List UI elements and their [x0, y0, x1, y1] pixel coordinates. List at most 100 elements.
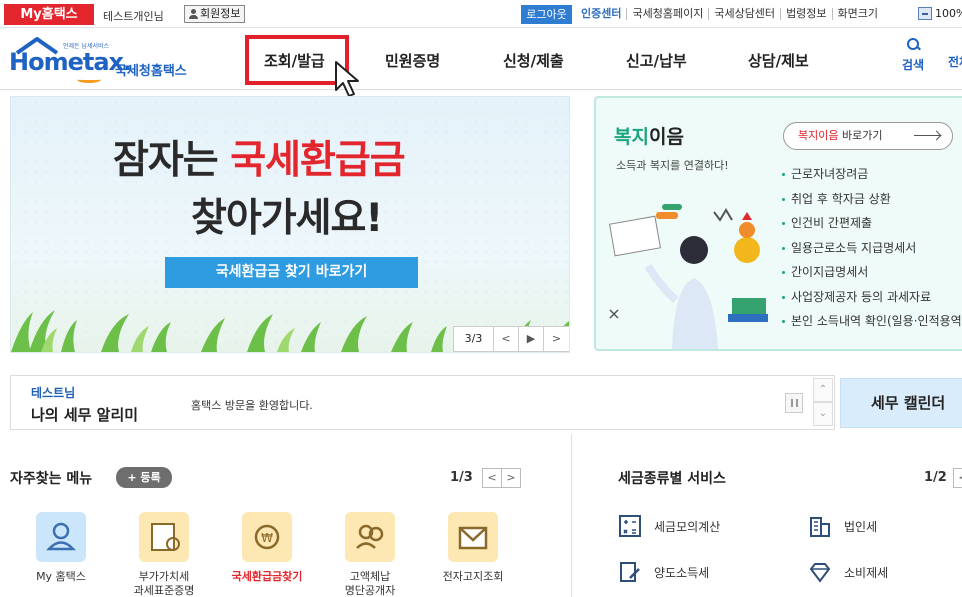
welfare-goto-highlight: 복지이음 [798, 129, 839, 142]
favorite-vat-certificate[interactable]: 부가가치세 과세표준증명 [114, 512, 214, 597]
users-icon [345, 512, 395, 562]
favorite-label: 고액체납 명단공개자 [320, 570, 420, 597]
welfare-goto-button[interactable]: 복지이음 바로가기 [783, 122, 953, 150]
welfare-item[interactable]: 본인 소득내역 확인(일용·인적용역) [782, 309, 962, 334]
notifier-message[interactable]: 홈택스 방문을 환영합니다. [191, 397, 313, 413]
logo-wordmark: Hometax. [9, 48, 132, 76]
link-nts-home[interactable]: 국세청홈페이지 [626, 8, 708, 20]
logout-button[interactable]: 로그아웃 [521, 5, 572, 24]
user-name: 테스트개인님 [103, 10, 164, 23]
banner-page-count: 3/3 [454, 327, 494, 351]
menu-inquiry-issue[interactable]: 조회/발급 [264, 50, 325, 71]
favorite-label-line1: 고액체납 [349, 570, 391, 583]
notifier-user: 테스트님 [31, 386, 76, 400]
services-pager: < [953, 468, 962, 488]
refund-banner: 잠자는 국세환급금 찾아가세요! 국세환급금 찾기 바로가기 3/3 < ▶ > [10, 96, 570, 353]
service-tax-simulation[interactable]: 세금모의계산 [618, 514, 720, 538]
welfare-item[interactable]: 취업 후 학자금 상환 [782, 187, 962, 212]
hometax-logo[interactable]: 언제든 납세서비스 Hometax. 국세청홈택스 [9, 36, 199, 84]
mouse-cursor-icon [335, 61, 359, 97]
favorites-prev-button[interactable]: < [482, 468, 502, 488]
menu-apply-submit[interactable]: 신청/제출 [503, 50, 564, 71]
favorite-refund-find[interactable]: ₩ 국세환급금찾기 [217, 512, 317, 584]
service-corporate-tax[interactable]: 법인세 [808, 514, 877, 538]
refund-coin-icon: ₩ [242, 512, 292, 562]
pause-icon[interactable] [785, 393, 803, 413]
welfare-title-green: 복지 [614, 126, 649, 148]
banner-headline-pre: 잠자는 [113, 138, 231, 183]
zoom-control: 100% [918, 7, 962, 20]
menu-consult-report[interactable]: 상담/제보 [748, 50, 809, 71]
envelope-icon [448, 512, 498, 562]
welfare-item[interactable]: 근로자녀장려금 [782, 162, 962, 187]
favorite-label-line2: 명단공개자 [344, 584, 396, 597]
arrow-right-icon [914, 135, 940, 136]
link-screen-size[interactable]: 화면크기 [831, 8, 883, 20]
favorite-my-hometax[interactable]: My 홈택스 [11, 512, 111, 584]
favorites-pager: < > [482, 468, 521, 488]
favorite-label-line1: 부가가치세 [138, 570, 190, 583]
favorite-delinquent-list[interactable]: 고액체납 명단공개자 [320, 512, 420, 597]
banner-play-button[interactable]: ▶ [519, 327, 544, 351]
menu-civil-certificate[interactable]: 민원증명 [385, 50, 440, 71]
diamond-icon [809, 563, 831, 583]
banner-headline-1: 잠자는 국세환급금 [113, 129, 406, 185]
member-info-button[interactable]: 회원정보 [184, 5, 246, 23]
document-edit-icon [620, 562, 640, 582]
welfare-subtitle: 소득과 복지를 연결하다! [616, 159, 729, 172]
banner-pager: 3/3 < ▶ > [453, 326, 569, 352]
zoom-out-icon[interactable] [918, 7, 932, 20]
welfare-title-rest: 이음 [648, 126, 684, 148]
calculator-icon [619, 515, 641, 537]
banner-prev-button[interactable]: < [494, 327, 519, 351]
service-label: 법인세 [844, 519, 878, 534]
find-refund-button[interactable]: 국세환급금 찾기 바로가기 [165, 257, 418, 288]
notifier-title: 나의 세무 알리미 [31, 406, 139, 424]
banner-next-button[interactable]: > [544, 327, 569, 351]
link-consult-center[interactable]: 국세상담센터 [708, 8, 780, 20]
banner-headline-red: 국세환급금 [230, 138, 405, 183]
user-icon [36, 512, 86, 562]
favorite-label: 국세환급금찾기 [231, 570, 303, 583]
search-label: 검색 [902, 58, 925, 72]
favorite-label: 부가가치세 과세표준증명 [114, 570, 214, 597]
services-prev-button[interactable]: < [953, 468, 962, 488]
service-label: 소비제세 [844, 565, 889, 580]
welfare-goto-label: 바로가기 [838, 129, 883, 142]
building-icon [810, 517, 830, 537]
service-excise-tax[interactable]: 소비제세 [808, 560, 888, 584]
favorites-register-button[interactable]: + 등록 [116, 467, 172, 488]
chevron-down-icon[interactable]: ⌄ [813, 402, 833, 426]
menu-report-pay[interactable]: 신고/납부 [626, 50, 687, 71]
utility-links: 인증센터 국세청홈페이지 국세상담센터 법령정보 화면크기 [581, 8, 883, 20]
logo-word-e: e [67, 48, 84, 76]
favorites-page: 1/3 [450, 470, 473, 485]
welfare-item[interactable]: 간이지급명세서 [782, 260, 962, 285]
my-hometax-button[interactable]: My홈택스 [4, 4, 94, 25]
full-menu-button[interactable]: 전체메뉴 [948, 53, 962, 70]
welfare-panel: 복지이음 소득과 복지를 연결하다! 복지이음 바로가기 근로자녀장려금 취업 … [594, 96, 962, 351]
notifier-scroll: ⌃ ⌄ [813, 378, 833, 428]
service-label: 세금모의계산 [654, 519, 721, 534]
link-cert-center[interactable]: 인증센터 [581, 8, 626, 20]
search-icon [906, 38, 920, 51]
welfare-item[interactable]: 사업장제공자 등의 과세자료 [782, 285, 962, 310]
person-illustration [608, 204, 768, 349]
tax-services-title: 세금종류별 서비스 [618, 471, 726, 487]
zoom-level: 100% [935, 7, 962, 20]
welfare-item[interactable]: 인건비 간편제출 [782, 211, 962, 236]
service-capital-gains-tax[interactable]: 양도소득세 [618, 560, 709, 584]
search-button[interactable]: 검색 [902, 38, 924, 73]
services-page: 1/2 [924, 470, 947, 485]
chevron-up-icon[interactable]: ⌃ [813, 378, 833, 402]
welfare-title: 복지이음 [614, 122, 684, 149]
favorites-next-button[interactable]: > [501, 468, 521, 488]
main-navigation: 언제든 납세서비스 Hometax. 국세청홈택스 조회/발급 민원증명 신청/… [0, 28, 962, 97]
favorite-label: My 홈택스 [36, 570, 86, 583]
link-law-info[interactable]: 법령정보 [780, 8, 831, 20]
favorite-e-notice[interactable]: 전자고지조회 [423, 512, 523, 584]
welfare-list: 근로자녀장려금 취업 후 학자금 상환 인건비 간편제출 일용근로소득 지급명세… [782, 162, 962, 334]
welfare-item[interactable]: 일용근로소득 지급명세서 [782, 236, 962, 261]
tax-calendar-button[interactable]: 세무 캘린더 [840, 378, 962, 428]
banner-headline-2: 찾아가세요! [191, 196, 383, 241]
